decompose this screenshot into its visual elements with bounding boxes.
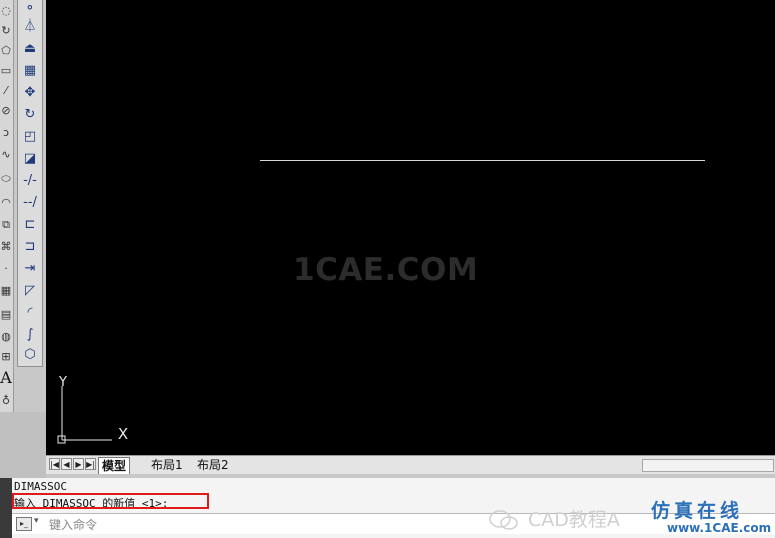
stretch-icon[interactable]: ◪ bbox=[20, 148, 40, 168]
line-icon[interactable]: ⁄ bbox=[0, 80, 12, 100]
tab-model[interactable]: 模型 bbox=[98, 457, 131, 474]
scale-icon[interactable]: ◰ bbox=[20, 126, 40, 146]
multiline-text-icon[interactable]: A bbox=[0, 368, 12, 388]
ellipse-icon[interactable]: ⬭ bbox=[0, 168, 12, 188]
add-selected-icon[interactable]: ♁ bbox=[0, 390, 12, 410]
table-icon[interactable]: ⊞ bbox=[0, 346, 12, 366]
command-input-placeholder: 键入命令 bbox=[49, 518, 98, 532]
join-icon[interactable]: ⇥ bbox=[20, 258, 40, 278]
trim-icon[interactable]: -/- bbox=[20, 170, 40, 190]
tab-layout1[interactable]: 布局1 bbox=[148, 457, 186, 473]
blend-curves-icon[interactable]: ∫ bbox=[20, 324, 40, 344]
chevron-down-icon[interactable]: ▾ bbox=[34, 516, 39, 526]
brand-wechat-label: CAD教程A bbox=[528, 509, 620, 531]
rotate-icon[interactable]: ↻ bbox=[20, 104, 40, 124]
layout-tab-bar: |◀ ◀ ▶ ▶| 模型 布局1 布局2 bbox=[46, 455, 775, 474]
chamfer-icon[interactable]: ◸ bbox=[20, 280, 40, 300]
arc-icon[interactable]: ◌ bbox=[0, 0, 12, 20]
wechat-icon bbox=[489, 510, 518, 530]
array-icon[interactable]: ▦ bbox=[20, 60, 40, 80]
explode-icon[interactable]: ⬡ bbox=[20, 344, 40, 364]
command-window-handle[interactable] bbox=[0, 478, 12, 538]
ucs-y-label: Y bbox=[58, 375, 67, 390]
last-tab-button[interactable]: ▶| bbox=[85, 458, 96, 470]
draw-toolbar: ◌ ↻ ⬠ ▭ ⁄ ⊘ ↄ ∿ ⬭ ◠ ⧉ ⌘ · ▦ ▤ ◍ ⊞ A ♁ bbox=[0, 0, 14, 412]
fillet-icon[interactable]: ◜ bbox=[20, 302, 40, 322]
toolbar-dock-background bbox=[0, 412, 46, 478]
insert-block-icon[interactable]: ⧉ bbox=[0, 214, 12, 234]
watermark: 1CAE.COM bbox=[293, 252, 479, 288]
prompt-highlight-box bbox=[12, 493, 209, 509]
ellipse-arc-icon[interactable]: ◠ bbox=[0, 192, 12, 212]
extend-icon[interactable]: --/ bbox=[20, 192, 40, 212]
make-block-icon[interactable]: ⌘ bbox=[0, 236, 12, 256]
rectangle-icon[interactable]: ▭ bbox=[0, 60, 12, 80]
revision-cloud-icon[interactable]: ↄ bbox=[0, 122, 12, 142]
command-prompt-icon[interactable]: ▸_ bbox=[16, 517, 32, 531]
brand-site-url: www.1CAE.com bbox=[667, 521, 772, 535]
hatch-icon[interactable]: ▦ bbox=[0, 280, 12, 300]
drawing-canvas[interactable] bbox=[46, 0, 775, 455]
offset-icon[interactable]: ⏏ bbox=[20, 38, 40, 58]
circle-icon[interactable]: ⊘ bbox=[0, 100, 12, 120]
ucs-icon: Y X bbox=[57, 375, 128, 444]
modify-toolbar: ⚬ ⏃ ⏏ ▦ ✥ ↻ ◰ ◪ -/- --/ ⊏ ⊐ ⇥ ◸ ◜ ∫ ⬡ bbox=[17, 0, 43, 367]
mirror-icon[interactable]: ⏃ bbox=[20, 16, 40, 36]
prev-tab-button[interactable]: ◀ bbox=[61, 458, 72, 470]
drawn-line[interactable] bbox=[260, 160, 705, 161]
tab-layout2[interactable]: 布局2 bbox=[194, 457, 232, 473]
next-tab-button[interactable]: ▶ bbox=[73, 458, 84, 470]
revcloud-icon[interactable]: ↻ bbox=[0, 20, 12, 40]
move-icon[interactable]: ✥ bbox=[20, 82, 40, 102]
command-history-line: DIMASSOC bbox=[14, 480, 67, 493]
first-tab-button[interactable]: |◀ bbox=[49, 458, 60, 470]
horizontal-scrollbar[interactable] bbox=[642, 459, 774, 472]
spline-icon[interactable]: ∿ bbox=[0, 144, 12, 164]
gradient-icon[interactable]: ▤ bbox=[0, 304, 12, 324]
break-icon[interactable]: ⊐ bbox=[20, 236, 40, 256]
brand-site-name: 仿真在线 bbox=[651, 500, 744, 522]
break-at-point-icon[interactable]: ⊏ bbox=[20, 214, 40, 234]
region-icon[interactable]: ◍ bbox=[0, 326, 12, 346]
ucs-x-label: X bbox=[118, 425, 128, 443]
polygon-icon[interactable]: ⬠ bbox=[0, 40, 12, 60]
point-icon[interactable]: · bbox=[0, 258, 12, 278]
